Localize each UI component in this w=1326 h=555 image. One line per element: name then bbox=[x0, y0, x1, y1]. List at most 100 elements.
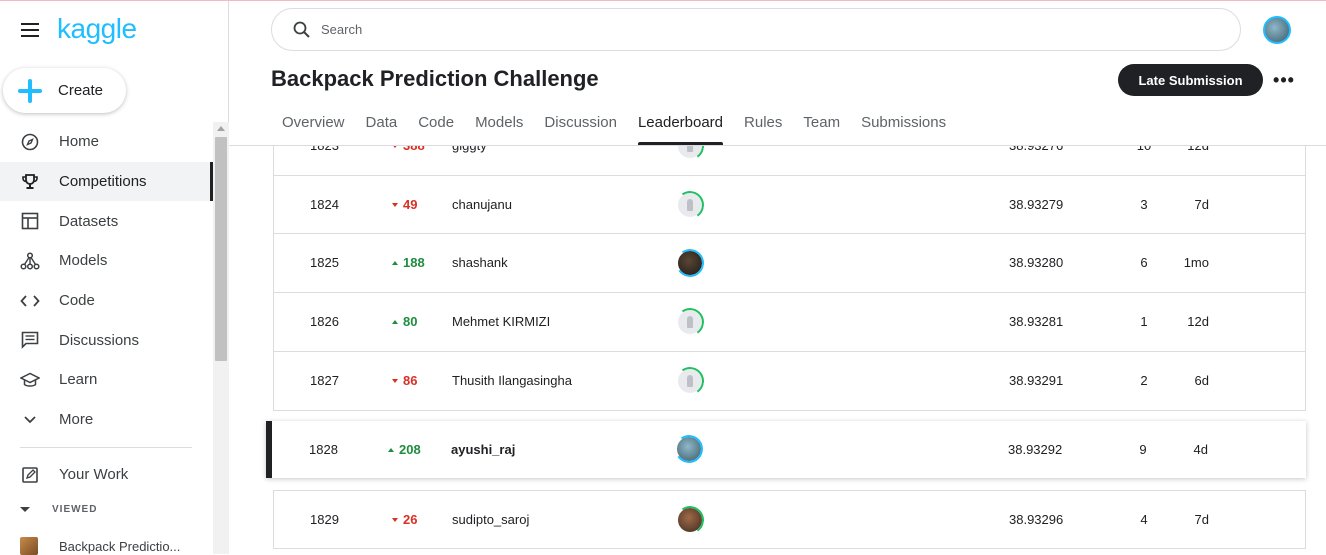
avatar-tier-ring bbox=[673, 503, 707, 537]
search-input[interactable]: Search bbox=[271, 8, 1241, 51]
menu-icon[interactable] bbox=[19, 19, 41, 41]
rank-change: 49 bbox=[392, 176, 417, 234]
sidebar-item-label: More bbox=[59, 411, 94, 429]
rank-change-value: 26 bbox=[403, 512, 418, 527]
team-name[interactable]: shashank bbox=[452, 234, 508, 292]
rank-change: 26 bbox=[392, 491, 417, 549]
sidebar-item-label: Your Work bbox=[59, 466, 129, 484]
table-row[interactable]: 1823 388 giggty 38.93276 10 12d bbox=[273, 146, 1306, 176]
avatar-tier-ring bbox=[672, 432, 706, 466]
tab-code[interactable]: Code bbox=[418, 108, 454, 145]
leaderboard: 1823 388 giggty 38.93276 10 12d 1824 49 … bbox=[229, 146, 1326, 554]
trophy-icon bbox=[20, 172, 40, 192]
rank-change: 80 bbox=[392, 293, 417, 351]
more-options-icon[interactable]: ••• bbox=[1272, 68, 1296, 92]
team-member-avatar[interactable] bbox=[673, 503, 707, 537]
team-name[interactable]: giggty bbox=[452, 146, 487, 175]
team-name[interactable]: chanujanu bbox=[452, 176, 512, 234]
code-icon bbox=[20, 291, 40, 311]
scrollbar-thumb[interactable] bbox=[215, 137, 227, 361]
tab-submissions[interactable]: Submissions bbox=[861, 108, 946, 145]
rank-change: 86 bbox=[392, 352, 417, 410]
viewed-item-label: Backpack Predictio... bbox=[59, 538, 181, 554]
arrow-up-icon bbox=[392, 261, 398, 265]
team-name[interactable]: ayushi_raj bbox=[451, 421, 515, 478]
sidebar-item-home[interactable]: Home bbox=[0, 122, 213, 162]
rank: 1823 bbox=[310, 146, 339, 175]
search-placeholder: Search bbox=[321, 22, 363, 37]
chevron-down-icon bbox=[20, 410, 40, 430]
sidebar-item-competitions[interactable]: Competitions bbox=[0, 161, 213, 202]
tab-leaderboard[interactable]: Leaderboard bbox=[637, 108, 724, 145]
table-row[interactable]: 1824 49 chanujanu 38.93279 3 7d bbox=[273, 175, 1306, 234]
avatar-tier-ring bbox=[673, 188, 707, 222]
sidebar-scrollbar[interactable] bbox=[213, 122, 229, 554]
late-submission-button[interactable]: Late Submission bbox=[1118, 64, 1263, 96]
viewed-item-backpack[interactable]: Backpack Predictio... bbox=[20, 537, 180, 555]
sidebar-item-your-work[interactable]: Your Work bbox=[0, 455, 213, 495]
team-name[interactable]: Thusith Ilangasingha bbox=[452, 352, 572, 410]
tab-data[interactable]: Data bbox=[366, 108, 398, 145]
table-row-current-user[interactable]: 1828 208 ayushi_raj 38.93292 9 4d bbox=[266, 421, 1306, 478]
table-row[interactable]: 1829 26 sudipto_saroj 38.93296 4 7d bbox=[273, 490, 1306, 549]
team-member-avatar[interactable] bbox=[673, 364, 707, 398]
tab-rules[interactable]: Rules bbox=[744, 108, 782, 145]
sidebar-item-discussions[interactable]: Discussions bbox=[0, 320, 213, 360]
score: 38.93276 bbox=[1009, 146, 1063, 175]
sidebar-item-learn[interactable]: Learn bbox=[0, 360, 213, 400]
team-member-avatar[interactable] bbox=[673, 246, 707, 280]
sidebar-item-label: Learn bbox=[59, 371, 98, 389]
rank-change-value: 208 bbox=[399, 442, 421, 457]
rank-change-value: 86 bbox=[403, 373, 418, 388]
avatar-tier-ring bbox=[673, 146, 707, 163]
arrow-up-icon bbox=[392, 320, 398, 324]
rank: 1826 bbox=[310, 314, 339, 329]
rank-change: 188 bbox=[392, 234, 425, 292]
team-member-avatar[interactable] bbox=[673, 188, 707, 222]
kaggle-logo[interactable]: kaggle bbox=[57, 13, 137, 45]
last-submission: 12d bbox=[1187, 314, 1209, 329]
table-row[interactable]: 1827 86 Thusith Ilangasingha 38.93291 2 … bbox=[273, 352, 1306, 411]
sidebar-item-more[interactable]: More bbox=[0, 400, 213, 440]
scroll-up-arrow-icon[interactable] bbox=[217, 126, 225, 131]
tab-discussion[interactable]: Discussion bbox=[544, 108, 617, 145]
sidebar-item-models[interactable]: Models bbox=[0, 241, 213, 281]
avatar-tier-ring bbox=[673, 364, 707, 398]
arrow-down-icon bbox=[392, 203, 398, 207]
avatar-tier-ring bbox=[673, 246, 707, 280]
team-name[interactable]: sudipto_saroj bbox=[452, 491, 529, 549]
caret-down-icon bbox=[20, 507, 30, 512]
team-name[interactable]: Mehmet KIRMIZI bbox=[452, 293, 550, 351]
rank: 1827 bbox=[310, 373, 339, 388]
team-member-avatar[interactable] bbox=[673, 146, 707, 163]
models-icon bbox=[20, 251, 40, 271]
sidebar-item-label: Models bbox=[59, 252, 108, 270]
team-member-avatar[interactable] bbox=[673, 305, 707, 339]
rank: 1824 bbox=[310, 197, 339, 212]
sidebar-item-datasets[interactable]: Datasets bbox=[0, 201, 213, 241]
entries: 4 bbox=[1140, 512, 1148, 527]
tab-team[interactable]: Team bbox=[803, 108, 840, 145]
arrow-down-icon bbox=[392, 518, 398, 522]
user-avatar[interactable] bbox=[1263, 16, 1291, 44]
score: 38.93280 bbox=[1009, 255, 1064, 270]
avatar-tier-ring bbox=[673, 305, 707, 339]
table-icon bbox=[20, 211, 40, 231]
entries: 10 bbox=[1134, 146, 1154, 175]
viewed-section-toggle[interactable]: VIEWED bbox=[20, 504, 97, 515]
tab-models[interactable]: Models bbox=[475, 108, 523, 145]
last-submission: 12d bbox=[1174, 146, 1209, 175]
last-submission: 7d bbox=[1194, 197, 1209, 212]
arrow-down-icon bbox=[392, 146, 398, 148]
create-button[interactable]: Create bbox=[3, 68, 126, 113]
table-row[interactable]: 1826 80 Mehmet KIRMIZI 38.93281 1 12d bbox=[273, 293, 1306, 352]
table-row[interactable]: 1825 188 shashank 38.93280 6 1mo bbox=[273, 234, 1306, 293]
sidebar-item-code[interactable]: Code bbox=[0, 281, 213, 321]
tab-overview[interactable]: Overview bbox=[282, 108, 345, 145]
team-member-avatar[interactable] bbox=[672, 432, 706, 466]
score: 38.93279 bbox=[1009, 197, 1064, 212]
search-icon bbox=[293, 21, 310, 38]
rank-change-value: 388 bbox=[403, 146, 425, 175]
rank: 1828 bbox=[309, 442, 338, 457]
entries: 3 bbox=[1140, 197, 1148, 212]
